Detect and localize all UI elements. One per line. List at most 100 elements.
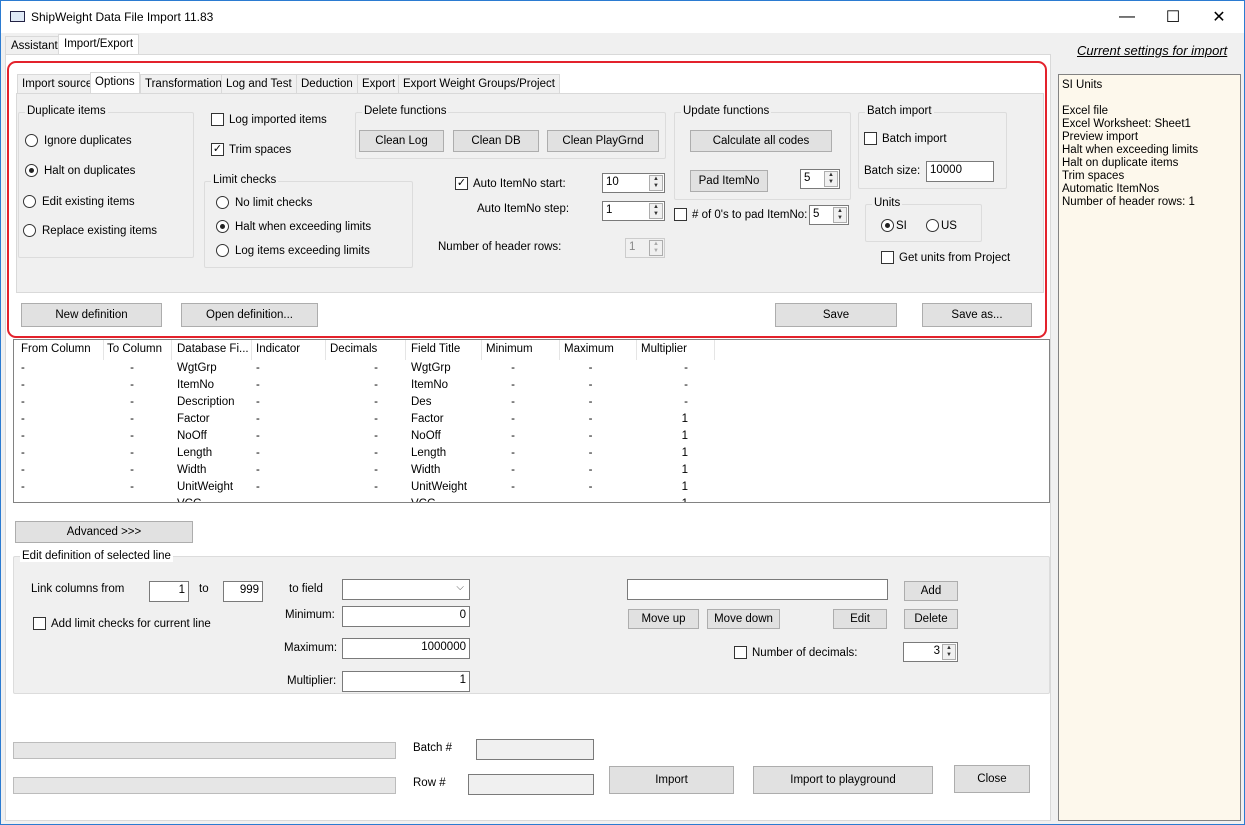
- radio-halt-on-duplicates[interactable]: Halt on duplicates: [25, 164, 135, 177]
- edit-button[interactable]: Edit: [833, 609, 887, 629]
- radio-no-limit-checks[interactable]: No limit checks: [216, 196, 312, 209]
- multiplier-input[interactable]: 1: [342, 671, 470, 692]
- pad-itemno-button[interactable]: Pad ItemNo: [690, 170, 768, 192]
- move-up-button[interactable]: Move up: [628, 609, 699, 629]
- save-as-button[interactable]: Save as...: [922, 303, 1032, 327]
- auto-itemno-step-spinner[interactable]: 1 ▲ ▼: [602, 201, 665, 221]
- pad-zeros-checkbox[interactable]: # of 0's to pad ItemNo:: [674, 208, 807, 221]
- table-row[interactable]: - - Factor - - Factor - - 1: [14, 413, 1049, 430]
- table-row[interactable]: - - Description - - Des - - -: [14, 396, 1049, 413]
- table-row[interactable]: - - WgtGrp - - WgtGrp - - -: [14, 362, 1049, 379]
- radio-units-si[interactable]: SI: [881, 219, 907, 232]
- spinner-arrows-icon[interactable]: ▲ ▼: [942, 644, 956, 660]
- close-button[interactable]: Close: [954, 765, 1030, 793]
- advanced-button[interactable]: Advanced >>>: [15, 521, 193, 543]
- column-header[interactable]: Indicator: [254, 340, 326, 360]
- tab-export-weight-groups[interactable]: Export Weight Groups/Project: [398, 74, 560, 93]
- radio-label: Halt when exceeding limits: [235, 220, 372, 233]
- spinner-arrows-icon[interactable]: ▲ ▼: [833, 207, 847, 223]
- definition-table[interactable]: From Column To Column Database Fi... Indica…: [13, 339, 1050, 503]
- table-cell: -: [374, 430, 378, 442]
- clean-db-button[interactable]: Clean DB: [453, 130, 539, 152]
- tab-export[interactable]: Export: [357, 74, 401, 93]
- limit-checks-title: Limit checks: [211, 174, 279, 186]
- table-cell: -: [256, 413, 260, 425]
- maximize-button[interactable]: ☐: [1150, 1, 1196, 33]
- add-button[interactable]: Add: [904, 581, 958, 601]
- radio-ignore-duplicates[interactable]: Ignore duplicates: [25, 134, 132, 147]
- link-from-input[interactable]: 1: [149, 581, 189, 602]
- checkmark-icon: ✓: [455, 177, 468, 190]
- minimize-button[interactable]: —: [1104, 1, 1150, 33]
- delete-button[interactable]: Delete: [904, 609, 958, 629]
- column-header[interactable]: Decimals: [328, 340, 406, 360]
- tab-transformation[interactable]: Transformation: [140, 74, 227, 93]
- log-imported-items-checkbox[interactable]: Log imported items: [211, 113, 327, 126]
- tab-import-export[interactable]: Import/Export: [58, 34, 140, 56]
- number-of-decimals-checkbox[interactable]: Number of decimals:: [734, 646, 857, 659]
- table-cell: -: [130, 447, 134, 459]
- table-row[interactable]: - - UnitWeight - - UnitWeight - - 1: [14, 481, 1049, 498]
- import-to-playground-button[interactable]: Import to playground: [753, 766, 933, 794]
- table-row[interactable]: VCG VCG 1: [14, 498, 1049, 502]
- column-header[interactable]: Maximum: [562, 340, 637, 360]
- tab-assistant[interactable]: Assistant: [5, 36, 64, 55]
- column-header[interactable]: Minimum: [484, 340, 560, 360]
- close-window-button[interactable]: ✕: [1196, 1, 1242, 33]
- auto-itemno-start-spinner[interactable]: 10 ▲ ▼: [602, 173, 665, 193]
- trim-spaces-checkbox[interactable]: ✓ Trim spaces: [211, 143, 291, 156]
- batch-size-input[interactable]: 10000: [926, 161, 994, 182]
- open-definition-button[interactable]: Open definition...: [181, 303, 318, 327]
- pad-zeros-spinner[interactable]: 5 ▲ ▼: [809, 205, 849, 225]
- radio-units-us[interactable]: US: [926, 219, 957, 232]
- radio-selected-icon: [25, 164, 38, 177]
- list-item-input[interactable]: [627, 579, 888, 600]
- column-header[interactable]: From Column: [19, 340, 104, 360]
- tab-log-and-test[interactable]: Log and Test: [221, 74, 297, 93]
- save-button[interactable]: Save: [775, 303, 897, 327]
- batch-number-field: [476, 739, 594, 760]
- clean-playground-button[interactable]: Clean PlayGrnd: [547, 130, 659, 152]
- maximum-input[interactable]: 1000000: [342, 638, 470, 659]
- add-limit-checks-checkbox[interactable]: Add limit checks for current line: [33, 617, 211, 630]
- clean-log-button[interactable]: Clean Log: [359, 130, 444, 152]
- radio-log-exceeding-limits[interactable]: Log items exceeding limits: [216, 244, 370, 257]
- current-settings-link[interactable]: Current settings for import: [1077, 43, 1227, 58]
- column-header[interactable]: Database Fi...: [175, 340, 252, 360]
- radio-icon: [216, 244, 229, 257]
- radio-icon: [23, 224, 36, 237]
- tab-options[interactable]: Options: [90, 72, 140, 94]
- column-header[interactable]: Multiplier: [639, 340, 715, 360]
- tab-import-source[interactable]: Import source: [17, 74, 98, 93]
- auto-itemno-checkbox[interactable]: ✓ Auto ItemNo start:: [455, 177, 566, 190]
- spinner-arrows-icon[interactable]: ▲ ▼: [649, 203, 663, 219]
- column-header[interactable]: Field Title: [409, 340, 482, 360]
- table-header: From Column To Column Database Fi... Indica…: [14, 340, 1049, 360]
- radio-edit-existing[interactable]: Edit existing items: [23, 195, 135, 208]
- tab-deduction[interactable]: Deduction: [296, 74, 358, 93]
- spinner-arrows-icon[interactable]: ▲ ▼: [649, 175, 663, 191]
- import-button[interactable]: Import: [609, 766, 734, 794]
- radio-replace-existing[interactable]: Replace existing items: [23, 224, 157, 237]
- batch-import-checkbox[interactable]: Batch import: [864, 132, 947, 145]
- new-definition-button[interactable]: New definition: [21, 303, 162, 327]
- pad-itemno-spinner[interactable]: 5 ▲ ▼: [800, 169, 840, 189]
- table-row[interactable]: - - ItemNo - - ItemNo - - -: [14, 379, 1049, 396]
- table-cell: -: [511, 362, 515, 374]
- column-header[interactable]: To Column: [105, 340, 172, 360]
- units-from-project-checkbox[interactable]: Get units from Project: [881, 251, 1010, 264]
- spinner-arrows-icon[interactable]: ▲ ▼: [824, 171, 838, 187]
- table-row[interactable]: - - Width - - Width - - 1: [14, 464, 1049, 481]
- table-row[interactable]: - - NoOff - - NoOff - - 1: [14, 430, 1049, 447]
- link-to-input[interactable]: 999: [223, 581, 263, 602]
- table-cell: NoOff: [177, 430, 207, 442]
- table-cell: -: [256, 481, 260, 493]
- table-row[interactable]: - - Length - - Length - - 1: [14, 447, 1049, 464]
- decimals-spinner[interactable]: 3 ▲ ▼: [903, 642, 958, 662]
- calculate-all-codes-button[interactable]: Calculate all codes: [690, 130, 832, 152]
- table-cell: -: [374, 413, 378, 425]
- radio-halt-exceeding-limits[interactable]: Halt when exceeding limits: [216, 220, 371, 233]
- move-down-button[interactable]: Move down: [707, 609, 780, 629]
- to-field-select[interactable]: ⌵: [342, 579, 470, 600]
- minimum-input[interactable]: 0: [342, 606, 470, 627]
